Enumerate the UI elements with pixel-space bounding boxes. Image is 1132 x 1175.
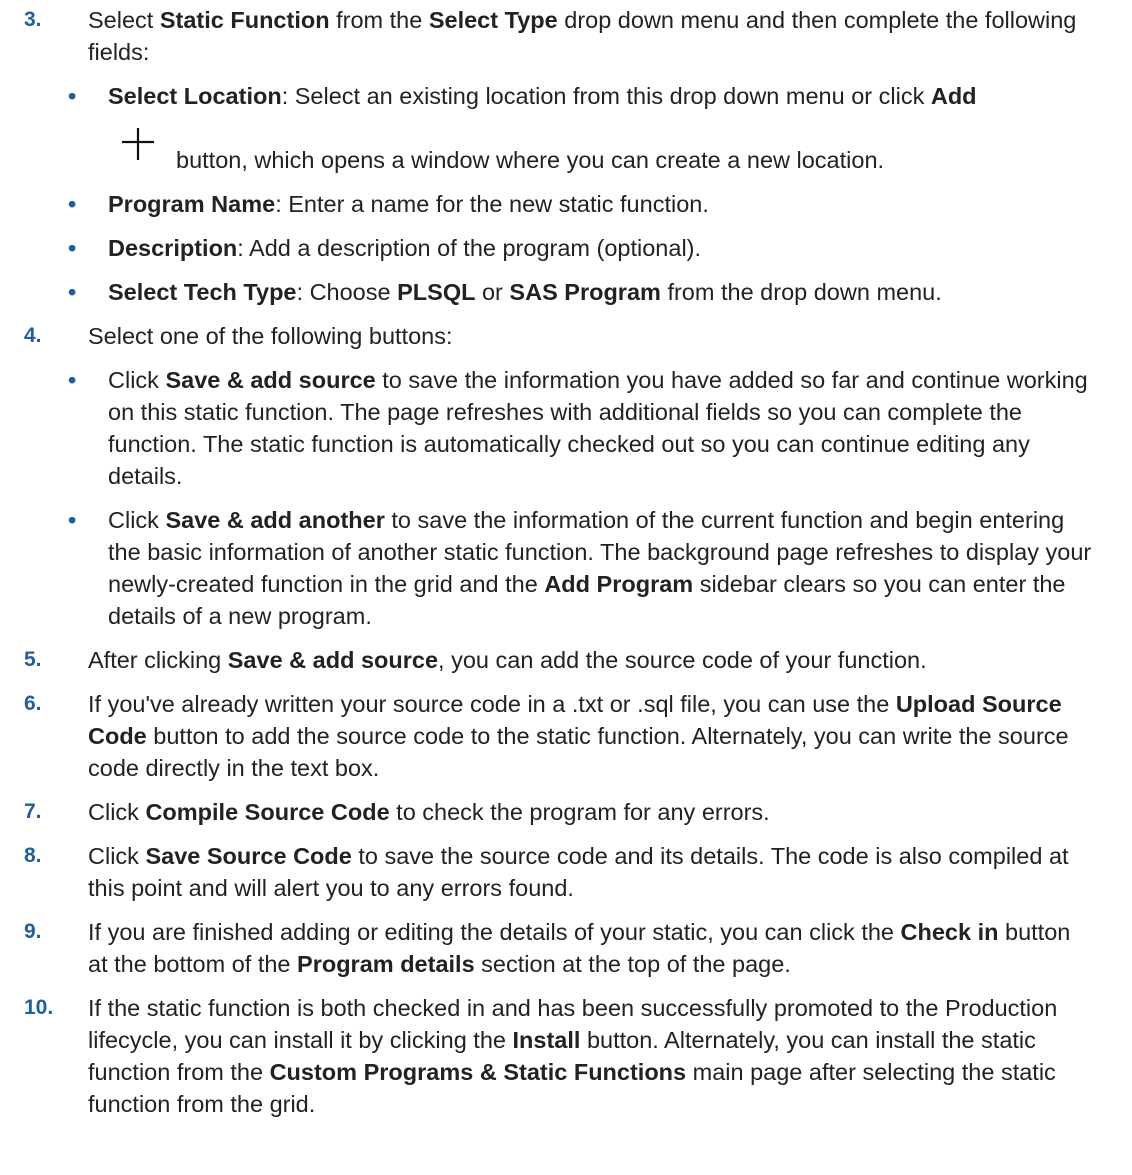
bold-run: Program details bbox=[297, 951, 475, 977]
step-9: 9. If you are finished adding or editing… bbox=[0, 916, 1132, 980]
bold-run: Check in bbox=[900, 919, 999, 945]
list-item-program-name: • Program Name: Enter a name for the new… bbox=[68, 188, 1096, 220]
bullet-icon: • bbox=[68, 235, 77, 261]
text-run: After clicking bbox=[88, 647, 228, 673]
text-run: Click bbox=[88, 843, 146, 869]
step-number: 5. bbox=[24, 648, 42, 671]
text-run: If you are finished adding or editing th… bbox=[88, 919, 901, 945]
step-5: 5. After clicking Save & add source, you… bbox=[0, 644, 1132, 676]
bullet-icon: • bbox=[68, 191, 77, 217]
step-text: Select one of the following buttons: bbox=[88, 323, 453, 349]
text-run: Click bbox=[108, 507, 166, 533]
list-item-tech-type: • Select Tech Type: Choose PLSQL or SAS … bbox=[68, 276, 1096, 308]
bold-run: Select Type bbox=[428, 7, 558, 33]
text-run: : Add a description of the program (opti… bbox=[237, 235, 702, 261]
field-list: • Select Location: Select an existing lo… bbox=[68, 80, 1096, 308]
step-10: 10. If the static function is both check… bbox=[0, 992, 1132, 1120]
list-item-description: • Description: Add a description of the … bbox=[68, 232, 1096, 264]
procedure-steps: 3. Select Static Function from the Selec… bbox=[0, 4, 1132, 1132]
step-number: 8. bbox=[24, 844, 42, 867]
text-run: from the bbox=[329, 7, 429, 33]
list-item-select-location: • Select Location: Select an existing lo… bbox=[68, 80, 1096, 176]
text-run: Click bbox=[88, 799, 146, 825]
text-run: or bbox=[475, 279, 510, 305]
step-number: 3. bbox=[24, 8, 42, 31]
bold-run: Select Location bbox=[108, 83, 282, 109]
document-page: 3. Select Static Function from the Selec… bbox=[0, 0, 1132, 1175]
text-run: If you've already written your source co… bbox=[88, 691, 896, 717]
step-number: 10. bbox=[24, 996, 54, 1019]
plus-icon bbox=[122, 128, 154, 160]
button-list: • Click Save & add source to save the in… bbox=[68, 364, 1096, 632]
step-4: 4. Select one of the following buttons: … bbox=[0, 320, 1132, 632]
step-number: 6. bbox=[24, 692, 42, 715]
bold-run: Program Name bbox=[108, 191, 276, 217]
text-run: to check the program for any errors. bbox=[389, 799, 770, 825]
step-number: 4. bbox=[24, 324, 42, 347]
text-run: : Select an existing location from this … bbox=[281, 83, 931, 109]
add-button-line: button, which opens a window where you c… bbox=[108, 126, 1096, 176]
bold-run: Description bbox=[108, 235, 238, 261]
text-run: : Choose bbox=[296, 279, 398, 305]
bold-run: PLSQL bbox=[397, 279, 476, 305]
bold-run: SAS Program bbox=[509, 279, 661, 305]
text-run: Click bbox=[108, 367, 166, 393]
bullet-icon: • bbox=[68, 367, 77, 393]
step-number: 9. bbox=[24, 920, 42, 943]
list-item-save-add-another: • Click Save & add another to save the i… bbox=[68, 504, 1096, 632]
step-3: 3. Select Static Function from the Selec… bbox=[0, 4, 1132, 308]
step-8: 8. Click Save Source Code to save the so… bbox=[0, 840, 1132, 904]
bullet-icon: • bbox=[68, 279, 77, 305]
list-item-save-add-source: • Click Save & add source to save the in… bbox=[68, 364, 1096, 492]
text-run: section at the top of the page. bbox=[474, 951, 791, 977]
bold-run: Save & add source bbox=[227, 647, 439, 673]
bold-run: Custom Programs & Static Functions bbox=[269, 1059, 687, 1085]
bold-run: Save & add source bbox=[165, 367, 376, 393]
bullet-icon: • bbox=[68, 83, 77, 109]
bold-run: Select Tech Type bbox=[108, 279, 297, 305]
bold-run: Static Function bbox=[159, 7, 330, 33]
text-run: from the drop down menu. bbox=[660, 279, 942, 305]
text-run: , you can add the source code of your fu… bbox=[438, 647, 927, 673]
bullet-icon: • bbox=[68, 507, 77, 533]
bold-run: Compile Source Code bbox=[145, 799, 390, 825]
text-run: : Enter a name for the new static functi… bbox=[275, 191, 709, 217]
bold-run: Save Source Code bbox=[145, 843, 352, 869]
step-6: 6. If you've already written your source… bbox=[0, 688, 1132, 784]
step-text: Select Static Function from the Select T… bbox=[88, 7, 1076, 65]
text-run: button, which opens a window where you c… bbox=[176, 147, 885, 173]
step-7: 7. Click Compile Source Code to check th… bbox=[0, 796, 1132, 828]
step-number: 7. bbox=[24, 800, 42, 823]
bold-run: Save & add another bbox=[165, 507, 385, 533]
bold-run: Install bbox=[512, 1027, 581, 1053]
bold-run: Add Program bbox=[544, 571, 694, 597]
text-run: button to add the source code to the sta… bbox=[88, 723, 1069, 781]
bold-run: Add bbox=[930, 83, 977, 109]
text-run: Select bbox=[88, 7, 160, 33]
